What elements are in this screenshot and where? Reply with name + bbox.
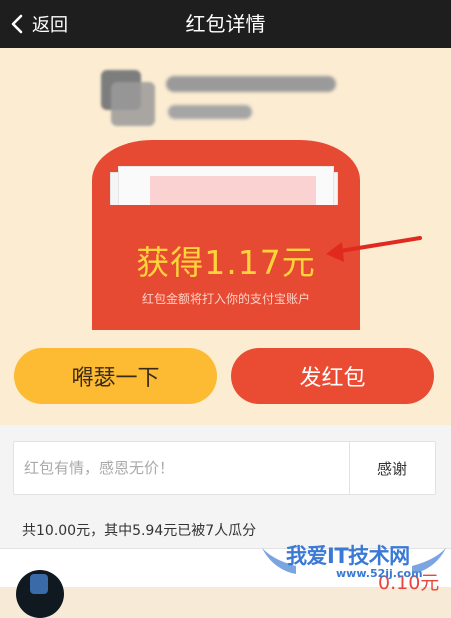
chevron-left-icon	[11, 14, 23, 34]
watermark-text: 我爱IT技术网	[286, 544, 410, 568]
amount-subtitle: 红包金额将打入你的支付宝账户	[141, 292, 310, 306]
thanks-input[interactable]	[14, 442, 348, 494]
back-button[interactable]: 返回	[10, 0, 68, 48]
wing-icon	[412, 548, 446, 574]
show-off-button[interactable]: 嘚瑟一下	[14, 348, 217, 404]
distribution-summary: 共10.00元，其中5.94元已被7人瓜分	[22, 523, 257, 539]
sender-name-blurred	[166, 76, 336, 92]
watermark-logo: 我爱IT技术网 www.52ij.com	[258, 540, 448, 587]
thanks-button[interactable]: 感谢	[350, 442, 434, 494]
top-bar: 返回 红包详情	[0, 0, 451, 48]
back-label: 返回	[32, 15, 68, 36]
send-red-packet-button[interactable]: 发红包	[231, 348, 434, 404]
red-arrow-icon	[326, 236, 422, 262]
sender-avatar	[101, 70, 157, 126]
avatar	[16, 570, 64, 618]
sender-message-blurred	[168, 105, 252, 119]
